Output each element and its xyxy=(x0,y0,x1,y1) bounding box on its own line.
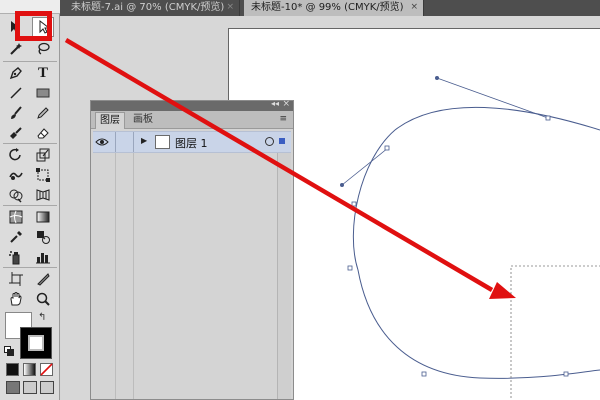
annotation-overlay xyxy=(64,38,516,299)
red-annotation-arrow-head xyxy=(489,282,516,299)
red-annotation-arrow-line xyxy=(64,38,494,292)
